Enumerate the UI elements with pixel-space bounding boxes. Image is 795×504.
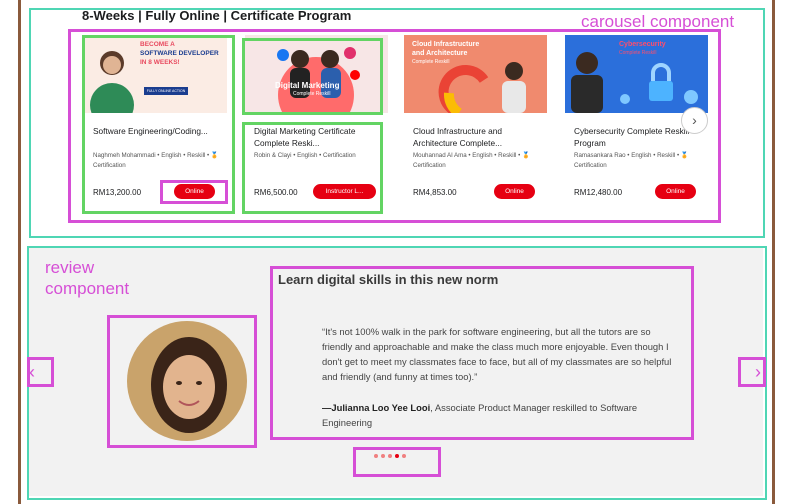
dots-outline: [353, 447, 441, 477]
thumb-heading-3: Complete Reskill: [412, 59, 450, 65]
chevron-left-icon[interactable]: ‹: [29, 362, 35, 382]
thumb-heading-2: and Architecture: [412, 50, 468, 57]
thumb-heading: Cybersecurity: [619, 41, 666, 48]
carousel-dots: [374, 454, 406, 458]
course-card[interactable]: Cloud Infrastructure and Architecture Co…: [404, 35, 547, 211]
carousel-dot[interactable]: [381, 454, 385, 458]
course-price: RM4,853.00: [413, 188, 457, 197]
thumb-heading: Cloud Infrastructure: [412, 41, 480, 48]
review-quote: “It's not 100% walk in the park for soft…: [322, 326, 672, 382]
button-outline: [160, 180, 228, 204]
review-title: Learn digital skills in this new norm: [278, 272, 499, 287]
online-button[interactable]: Online: [655, 184, 696, 199]
carousel-dot[interactable]: [402, 454, 406, 458]
carousel-annotation-label: carousel component: [581, 12, 735, 31]
course-thumbnail: Cloud Infrastructure and Architecture Co…: [404, 35, 547, 113]
carousel-dot[interactable]: [388, 454, 392, 458]
chevron-right-icon[interactable]: ›: [755, 362, 761, 382]
course-meta: Mouhannad Al Ama • English • Reskill • 🏅…: [413, 152, 530, 169]
carousel-dot[interactable]: [395, 454, 399, 458]
review-annotation-label: review: [45, 258, 95, 277]
thumb-outline: [242, 38, 383, 115]
review-annotation-label-2: component: [45, 279, 130, 298]
chevron-right-icon[interactable]: ›: [681, 107, 708, 134]
course-thumbnail: Cybersecurity Complete Reskill: [565, 35, 708, 113]
review-author: —Julianna Loo Yee Looi, Associate Produc…: [322, 400, 678, 430]
avatar: [127, 321, 247, 441]
card-body-outline: [242, 122, 383, 214]
thumb-heading-2: Complete Reskill: [619, 50, 657, 56]
reviewer-photo: [127, 321, 247, 441]
course-price: RM12,480.00: [574, 188, 623, 197]
author-name: —Julianna Loo Yee Looi: [322, 402, 431, 413]
next-arrow-outline: [738, 357, 766, 387]
course-title[interactable]: Cloud Infrastructure and Architecture Co…: [413, 125, 541, 149]
online-button[interactable]: Online: [494, 184, 535, 199]
course-meta: Ramasankara Rao • English • Reskill • 🏅C…: [574, 152, 689, 169]
carousel-dot[interactable]: [374, 454, 378, 458]
